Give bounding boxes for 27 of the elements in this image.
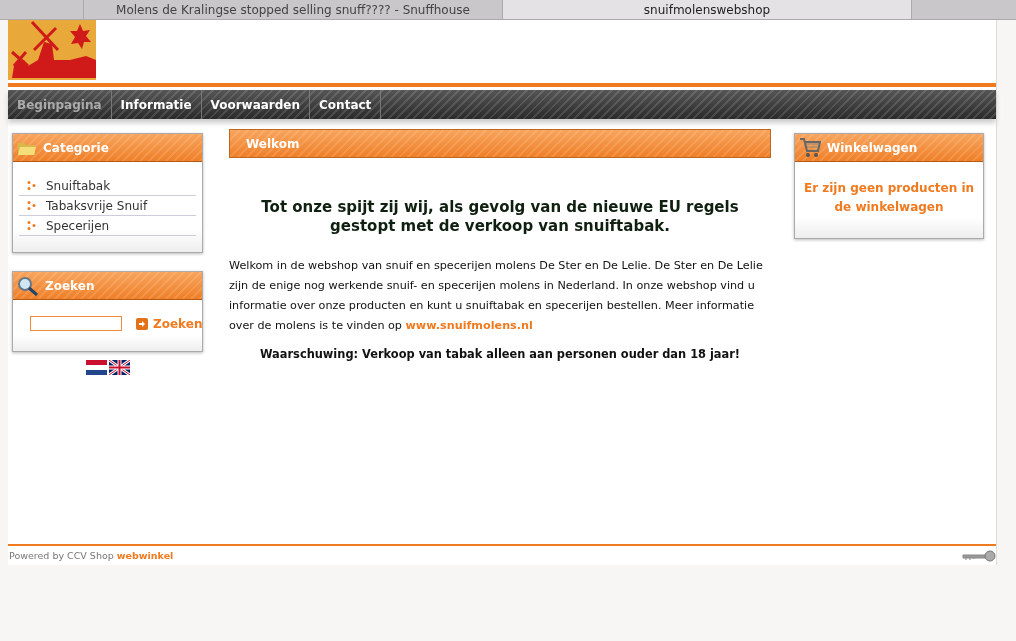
bullet-icon: [27, 201, 36, 210]
search-field[interactable]: [30, 316, 122, 331]
section-title: Welkom: [246, 136, 300, 151]
dutch-flag-icon[interactable]: [85, 360, 107, 375]
bullet-icon: [27, 221, 36, 230]
footer-text: Powered by CCV Shop webwinkel: [9, 550, 174, 561]
box-title: Categorie: [43, 140, 109, 155]
bullet-icon: [27, 181, 36, 190]
search-icon: [17, 275, 39, 296]
nav-item[interactable]: Contact: [310, 90, 382, 119]
empty-cart-message: Er zijn geen producten in de winkelwagen: [802, 180, 976, 216]
cart-icon: [799, 136, 821, 159]
warning-text: Waarschuwing: Verkoop van tabak alleen aan personen ouder dan 18 jaar!: [258, 346, 742, 363]
nav-item[interactable]: Voorwaarden: [201, 90, 311, 119]
nav-item[interactable]: Informatie: [111, 90, 202, 119]
british-flag-icon[interactable]: [108, 360, 130, 375]
box-title: Winkelwagen: [827, 140, 918, 155]
box-title: Zoeken: [45, 278, 95, 293]
category-item[interactable]: Specerijen: [19, 216, 196, 236]
arrow-icon: [136, 317, 148, 330]
category-item[interactable]: Tabaksvrije Snuif: [19, 196, 196, 216]
browser-tab[interactable]: snuifmolenswebshop: [502, 0, 912, 19]
intro-paragraph: Welkom in de webshop van snuif en specerijen molens De Ster en De Lelie. De Ster en De Lelie zijn de enige nog werkende snuif- en specerijen molens in Nederland. In onze webshop vind u informatie over onze producten en kunt u snuiftabak en specerijen bestellen. Meer informatie over de molens is te vinden op www.snuifmolens.nl: [229, 258, 764, 334]
key-icon[interactable]: [962, 549, 996, 562]
headline: Tot onze spijt zij wij, als gevolg van de nieuwe EU regels gestopt met de verkoop van snuiftabak.: [260, 198, 740, 236]
nav-item[interactable]: Beginpagina: [8, 90, 112, 119]
category-item[interactable]: Snuiftabak: [19, 176, 196, 196]
